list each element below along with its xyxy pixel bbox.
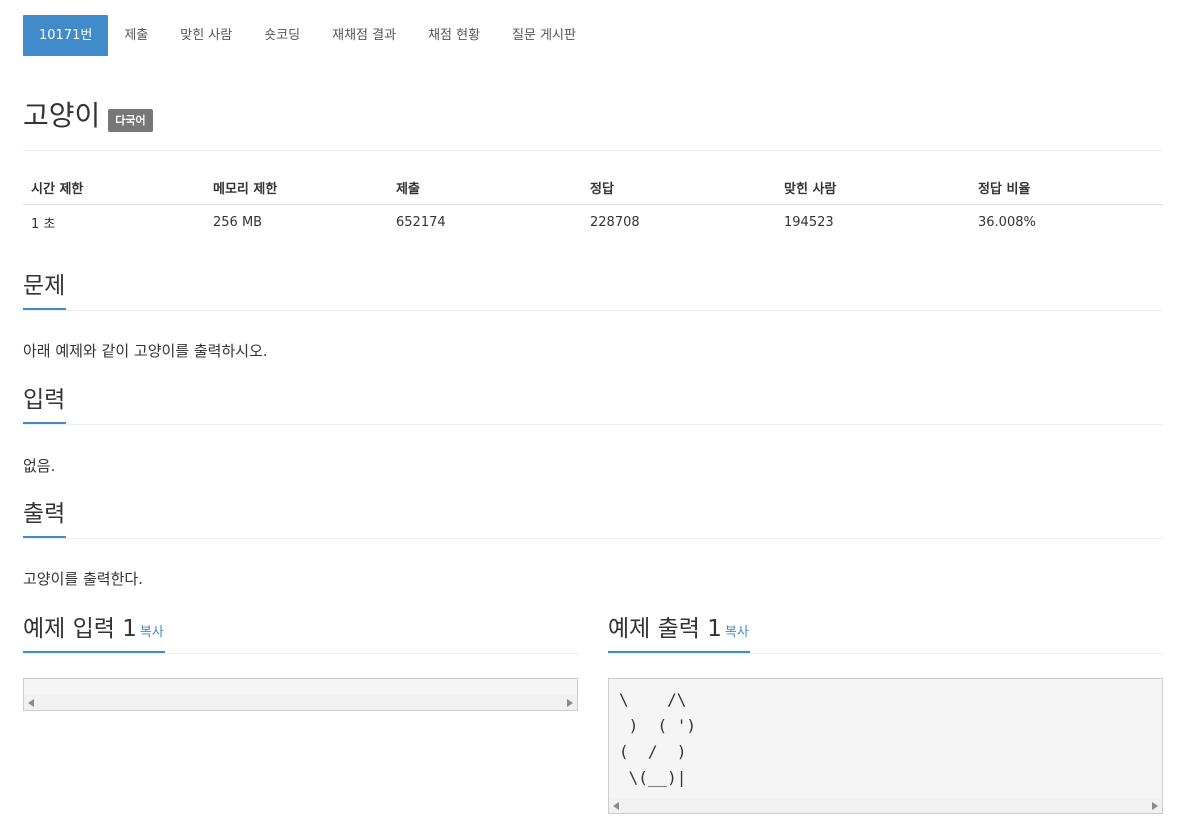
sample-output-scrollbar[interactable] xyxy=(609,798,1162,813)
tab-short-coding[interactable]: 숏코딩 xyxy=(248,15,316,56)
accepted-value: 228708 xyxy=(590,215,640,230)
sample-output-box[interactable]: \ /\ ) ( ') ( / ) \(__)| xyxy=(608,678,1163,814)
output-text: 고양이를 출력한다. xyxy=(23,570,143,588)
submissions-value: 652174 xyxy=(396,215,446,230)
tab-rejudge-results[interactable]: 재채점 결과 xyxy=(316,15,412,56)
tab-question-board[interactable]: 질문 게시판 xyxy=(496,15,592,56)
sample-input-scrollbar[interactable] xyxy=(24,695,577,710)
sample-output-content: \ /\ ) ( ') ( / ) \(__)| xyxy=(619,690,697,787)
scroll-right-icon[interactable] xyxy=(567,699,573,707)
section-divider xyxy=(23,653,578,654)
sample-input-heading: 예제 입력 1 복사 xyxy=(23,614,165,653)
section-divider xyxy=(23,424,1163,425)
copy-sample-input-link[interactable]: 복사 xyxy=(140,625,164,640)
sample-output-heading: 예제 출력 1 복사 xyxy=(608,614,750,653)
output-heading: 출력 xyxy=(23,499,67,538)
time-limit-value: 1 초 xyxy=(31,217,56,232)
tab-judge-status[interactable]: 채점 현황 xyxy=(412,15,496,56)
sample-input-header: 예제 입력 1 복사 xyxy=(23,614,578,654)
header-memory-limit: 메모리 제한 xyxy=(205,170,388,205)
section-divider xyxy=(23,310,1163,311)
table-header-row: 시간 제한 메모리 제한 제출 정답 맞힌 사람 정답 비율 xyxy=(23,170,1163,205)
problem-info-table: 시간 제한 메모리 제한 제출 정답 맞힌 사람 정답 비율 1 초 256 M… xyxy=(23,170,1163,240)
copy-sample-output-link[interactable]: 복사 xyxy=(725,625,749,640)
description-text: 아래 예제와 같이 고양이를 출력하시오. xyxy=(23,342,268,360)
title-row: 고양이 다국어 xyxy=(23,94,153,134)
page-title: 고양이 xyxy=(23,99,101,132)
description-heading: 문제 xyxy=(23,271,67,310)
section-divider xyxy=(23,538,1163,539)
input-text: 없음. xyxy=(23,457,56,475)
problem-nav: 10171번 제출 맞힌 사람 숏코딩 재채점 결과 채점 현황 질문 게시판 xyxy=(23,15,592,56)
sample-input-title: 예제 입력 1 xyxy=(23,616,137,642)
input-heading: 입력 xyxy=(23,385,67,424)
header-time-limit: 시간 제한 xyxy=(23,170,205,205)
input-section-header: 입력 xyxy=(23,385,1163,425)
tab-problem[interactable]: 10171번 xyxy=(23,15,109,56)
header-submissions: 제출 xyxy=(388,170,582,205)
sample-output-header: 예제 출력 1 복사 xyxy=(608,614,1163,654)
tab-solved-users[interactable]: 맞힌 사람 xyxy=(164,15,248,56)
header-accept-ratio: 정답 비율 xyxy=(970,170,1163,205)
sample-output-title: 예제 출력 1 xyxy=(608,616,722,642)
header-solved-users: 맞힌 사람 xyxy=(776,170,970,205)
section-divider xyxy=(608,653,1163,654)
title-divider xyxy=(23,150,1163,151)
language-badge[interactable]: 다국어 xyxy=(108,108,153,132)
description-section-header: 문제 xyxy=(23,271,1163,311)
accept-ratio-value: 36.008% xyxy=(978,215,1036,230)
tab-submit[interactable]: 제출 xyxy=(108,15,164,56)
scroll-right-icon[interactable] xyxy=(1152,802,1158,810)
scroll-left-icon[interactable] xyxy=(28,699,34,707)
scroll-left-icon[interactable] xyxy=(613,802,619,810)
memory-limit-value: 256 MB xyxy=(213,215,263,230)
sample-input-box[interactable] xyxy=(23,678,578,711)
header-accepted: 정답 xyxy=(582,170,776,205)
output-section-header: 출력 xyxy=(23,499,1163,539)
table-row: 1 초 256 MB 652174 228708 194523 36.008% xyxy=(23,205,1163,241)
solved-users-value: 194523 xyxy=(784,215,834,230)
